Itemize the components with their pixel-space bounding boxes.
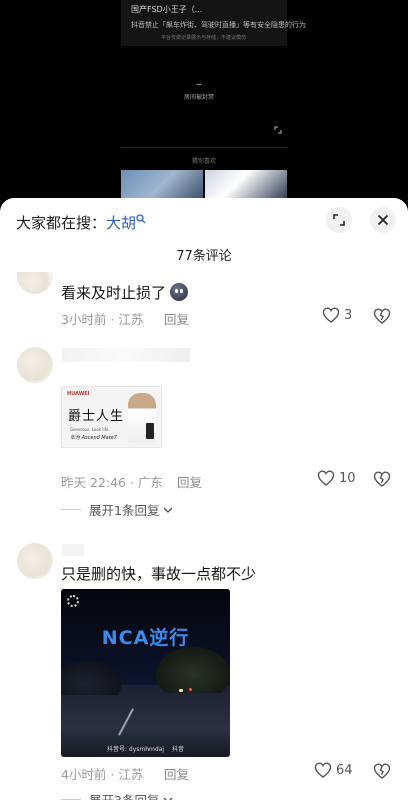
comment-meta: 昨天 22:46 · 广东 xyxy=(61,475,163,490)
brand-logo-icon xyxy=(67,595,79,607)
like-button[interactable]: 64 xyxy=(314,762,353,778)
comment-sheet: 大家都在搜：大胡 77条评论 看来及时止损了 3小时前 · 江苏 回复 3 HU… xyxy=(0,198,408,800)
comment-meta: 3小时前 · 江苏 xyxy=(61,312,144,327)
watermark-left: 抖音号: dysmhmdaj xyxy=(106,745,165,753)
car-light xyxy=(179,689,183,692)
avatar[interactable] xyxy=(17,347,53,383)
related-label: 猜你喜欢 xyxy=(192,158,217,165)
video-trees xyxy=(61,661,121,695)
image-title: 爵士人生 xyxy=(68,409,125,424)
video-trees xyxy=(156,647,230,693)
video-card-subtitle: 抖音禁止「飙车炸街、驾驶时直播」等有安全隐患的行为 xyxy=(131,21,306,29)
video-title: NCA逆行 xyxy=(101,627,190,649)
broken-heart-icon[interactable] xyxy=(373,471,391,487)
watermark-right: 抖音 xyxy=(172,745,185,753)
video-card-note: 平台仅做记录展示与存储，不建议模仿 xyxy=(161,35,247,41)
search-keyword[interactable]: 大胡 xyxy=(106,214,136,232)
search-suggestion[interactable]: 大家都在搜：大胡 xyxy=(16,212,146,233)
avatar[interactable] xyxy=(17,272,53,294)
comment-text-content: 看来及时止损了 xyxy=(61,284,167,302)
related-thumbnails xyxy=(121,170,287,200)
comment-text: 只是删的快，事故一点都不少 xyxy=(61,565,257,583)
reply-button[interactable]: 回复 xyxy=(164,764,189,783)
like-count: 10 xyxy=(339,470,356,486)
expand-replies-button[interactable]: 展开1条回复 xyxy=(61,500,173,519)
comment-image[interactable]: HUAWEI 爵士人生 Generous. Look life. 华为 Asce… xyxy=(61,386,162,448)
close-button[interactable] xyxy=(370,207,396,233)
phone-figure xyxy=(146,423,154,439)
chevron-up-icon xyxy=(196,84,202,88)
expand-icon xyxy=(333,214,345,226)
like-count: 64 xyxy=(336,762,353,778)
video-background: 国产FSD小王子（... 抖音禁止「飙车炸街、驾驶时直播」等有安全隐患的行为 平… xyxy=(0,0,408,200)
heart-icon xyxy=(317,470,335,486)
comment-count: 77条评论 xyxy=(176,249,232,264)
username[interactable] xyxy=(62,544,84,556)
video-watermark: 抖音号: dysmhmdaj 抖音 xyxy=(61,739,230,757)
heart-icon xyxy=(314,762,332,778)
expand-replies-label: 展开1条回复 xyxy=(89,503,160,518)
video-info-card[interactable]: 国产FSD小王子（... 抖音禁止「飙车炸街、驾驶时直播」等有安全隐患的行为 平… xyxy=(121,0,306,46)
fullscreen-icon[interactable] xyxy=(274,126,282,134)
expand-replies-label: 展开3条回复 xyxy=(89,790,159,800)
room-banned-label: 房间被封禁 xyxy=(184,94,215,101)
blob-emoji-icon xyxy=(170,283,189,301)
heart-icon xyxy=(322,307,340,323)
search-icon xyxy=(136,214,146,224)
related-thumbnail[interactable] xyxy=(121,170,203,200)
related-thumbnail[interactable] xyxy=(205,170,287,200)
like-button[interactable]: 3 xyxy=(322,307,352,323)
divider xyxy=(121,147,287,148)
image-sub: Generous. Look life. xyxy=(70,427,110,432)
expand-replies-button[interactable]: 展开3条回复 xyxy=(61,790,173,800)
reply-button[interactable]: 回复 xyxy=(164,309,189,328)
video-card-title: 国产FSD小王子（... xyxy=(131,5,203,14)
search-prefix: 大家都在搜： xyxy=(16,214,107,232)
username[interactable] xyxy=(62,348,190,362)
broken-heart-icon[interactable] xyxy=(373,763,391,779)
avatar[interactable] xyxy=(17,543,53,579)
reply-button[interactable]: 回复 xyxy=(177,472,202,491)
expand-sheet-button[interactable] xyxy=(326,207,352,233)
broken-heart-icon[interactable] xyxy=(373,308,391,324)
divider xyxy=(61,509,81,510)
comment-meta: 4小时前 · 江苏 xyxy=(61,767,144,782)
like-button[interactable]: 10 xyxy=(317,470,356,486)
like-count: 3 xyxy=(344,307,353,323)
huawei-logo: HUAWEI xyxy=(67,391,90,397)
comment-video[interactable]: NCA逆行 抖音号: dysmhmdaj 抖音 xyxy=(61,589,230,757)
image-sub2: 华为 Ascend Mate7 xyxy=(70,435,117,441)
chevron-down-icon xyxy=(163,507,173,513)
comment-text: 看来及时止损了 xyxy=(61,282,189,303)
close-icon xyxy=(377,214,389,226)
car-light xyxy=(189,688,192,691)
chevron-down-icon xyxy=(163,797,173,800)
